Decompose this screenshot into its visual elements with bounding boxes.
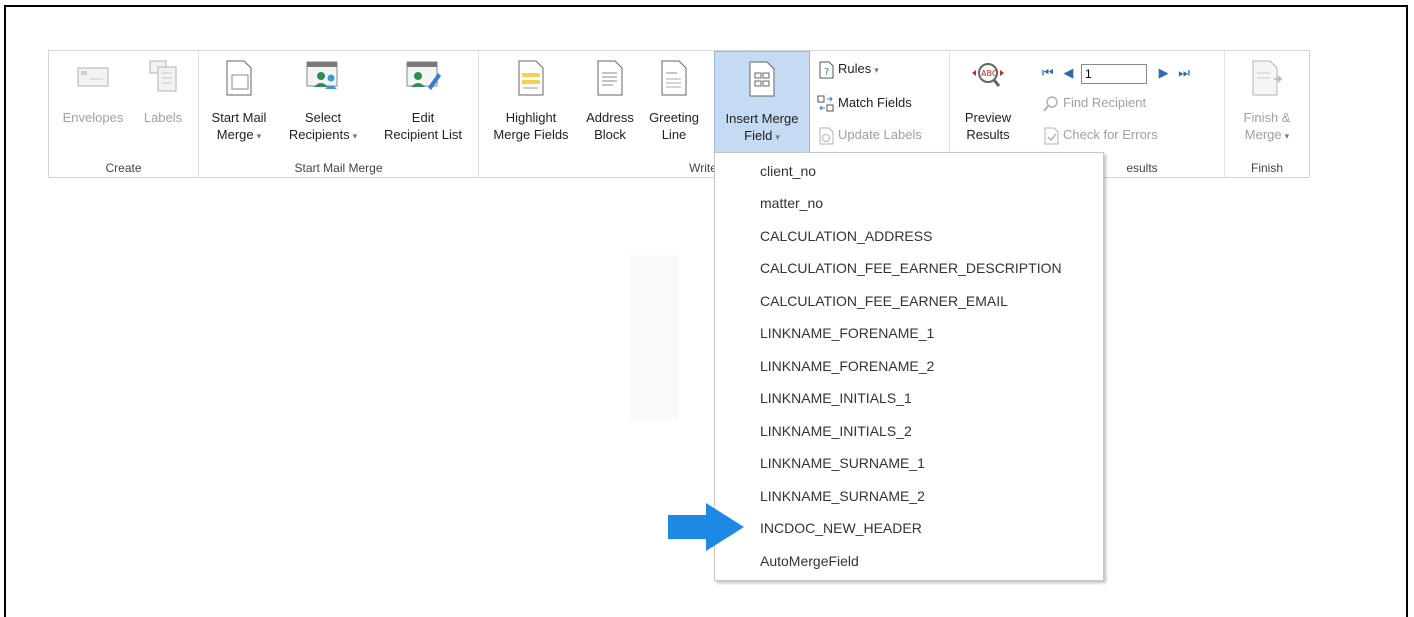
arrow-pointer-icon bbox=[668, 503, 744, 551]
chevron-down-icon: ▾ bbox=[256, 131, 262, 141]
insert-merge-field-dropdown: client_no matter_no CALCULATION_ADDRESS … bbox=[714, 152, 1104, 581]
insert-merge-field-button[interactable]: Insert Merge Field ▾ bbox=[714, 51, 810, 155]
chevron-down-icon: ▾ bbox=[1284, 131, 1290, 141]
edit-recipient-list-button[interactable]: Edit Recipient List bbox=[371, 51, 475, 155]
labels-icon bbox=[146, 59, 180, 97]
menu-item[interactable]: LINKNAME_SURNAME_2 bbox=[760, 480, 925, 512]
greeting-line-icon bbox=[659, 59, 689, 101]
record-number-input[interactable] bbox=[1080, 63, 1147, 84]
menu-item[interactable]: LINKNAME_FORENAME_2 bbox=[760, 350, 934, 382]
mailings-ribbon: Envelopes Labels Create Start Mail Merge… bbox=[48, 50, 1310, 178]
update-labels-button[interactable]: Update Labels bbox=[817, 123, 922, 147]
match-fields-icon bbox=[817, 95, 834, 112]
check-errors-icon bbox=[1044, 127, 1059, 145]
chevron-down-icon: ▾ bbox=[874, 65, 879, 75]
insert-merge-field-icon bbox=[747, 60, 777, 102]
menu-item[interactable]: matter_no bbox=[760, 187, 823, 219]
menu-item[interactable]: CALCULATION_ADDRESS bbox=[760, 220, 932, 252]
labels-button[interactable]: Labels bbox=[135, 51, 191, 155]
rules-button[interactable]: ? Rules ▾ bbox=[817, 57, 879, 81]
menu-item[interactable]: CALCULATION_FEE_EARNER_DESCRIPTION bbox=[760, 252, 1062, 284]
group-finish: Finish & Merge ▾ Finish bbox=[1225, 51, 1309, 177]
highlight-icon bbox=[516, 59, 546, 101]
menu-item[interactable]: LINKNAME_FORENAME_1 bbox=[760, 317, 934, 349]
start-mail-merge-button[interactable]: Start Mail Merge ▾ bbox=[203, 51, 275, 155]
menu-item[interactable]: LINKNAME_INITIALS_1 bbox=[760, 382, 912, 414]
rules-icon: ? bbox=[819, 61, 834, 79]
group-start-mail-merge: Start Mail Merge ▾ Select Recipients ▾ E… bbox=[199, 51, 479, 177]
chevron-down-icon: ▾ bbox=[352, 131, 358, 141]
highlight-merge-fields-button[interactable]: Highlight Merge Fields bbox=[485, 51, 577, 155]
greeting-line-button[interactable]: Greeting Line bbox=[641, 51, 707, 155]
update-labels-icon bbox=[819, 127, 834, 145]
find-recipient-icon bbox=[1043, 95, 1058, 112]
recipients-icon bbox=[304, 59, 342, 97]
next-record-icon[interactable]: ▶ bbox=[1159, 65, 1169, 80]
menu-item[interactable]: client_no bbox=[760, 155, 816, 187]
preview-results-button[interactable]: ABC Preview Results bbox=[956, 51, 1020, 155]
select-recipients-button[interactable]: Select Recipients ▾ bbox=[275, 51, 371, 155]
finish-merge-icon bbox=[1250, 59, 1284, 101]
last-record-icon[interactable]: ⏭ bbox=[1178, 65, 1190, 80]
menu-item[interactable]: LINKNAME_INITIALS_2 bbox=[760, 415, 912, 447]
group-create: Envelopes Labels Create bbox=[49, 51, 199, 177]
first-record-icon[interactable]: ⏮ bbox=[1042, 65, 1054, 80]
menu-item-incdoc-new-header[interactable]: INCDOC_NEW_HEADER bbox=[760, 512, 922, 544]
find-recipient-button[interactable]: Find Recipient bbox=[1042, 91, 1146, 115]
chevron-down-icon: ▾ bbox=[775, 132, 780, 142]
match-fields-button[interactable]: Match Fields bbox=[817, 91, 912, 115]
envelopes-button[interactable]: Envelopes bbox=[55, 51, 131, 155]
document-shadow bbox=[630, 255, 678, 420]
svg-text:ABC: ABC bbox=[981, 69, 998, 78]
check-for-errors-button[interactable]: Check for Errors bbox=[1042, 123, 1158, 147]
document-icon bbox=[224, 59, 254, 101]
record-navigation: ⏮ ◀ ▶ ⏭ bbox=[1042, 61, 1222, 85]
previous-record-icon[interactable]: ◀ bbox=[1063, 65, 1073, 80]
address-block-icon bbox=[595, 59, 625, 101]
menu-item[interactable]: CALCULATION_FEE_EARNER_EMAIL bbox=[760, 285, 1008, 317]
menu-item[interactable]: LINKNAME_SURNAME_1 bbox=[760, 447, 925, 479]
edit-list-icon bbox=[404, 59, 442, 97]
preview-results-icon: ABC bbox=[970, 59, 1006, 93]
menu-item[interactable]: AutoMergeField bbox=[760, 545, 859, 577]
svg-text:?: ? bbox=[824, 67, 829, 78]
envelope-icon bbox=[76, 59, 110, 93]
finish-merge-button[interactable]: Finish & Merge ▾ bbox=[1231, 51, 1303, 155]
address-block-button[interactable]: Address Block bbox=[579, 51, 641, 155]
